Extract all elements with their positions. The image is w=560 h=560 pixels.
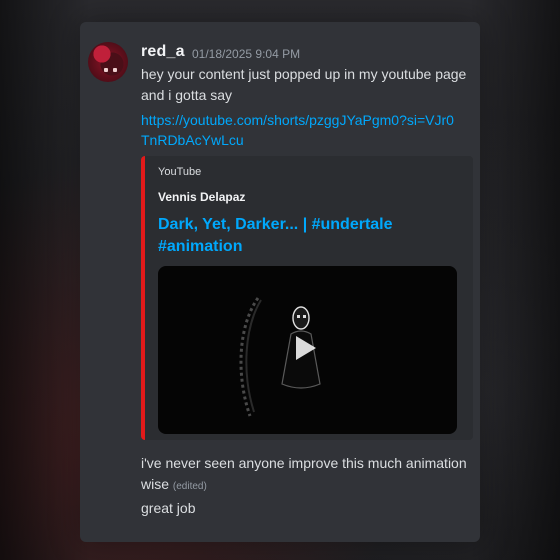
followup-line-1: i've never seen anyone improve this much… xyxy=(141,455,467,471)
figure-eye xyxy=(297,315,300,318)
play-icon[interactable] xyxy=(296,336,316,360)
avatar[interactable] xyxy=(88,42,128,82)
embed-title[interactable]: Dark, Yet, Darker... | #undertale #anima… xyxy=(158,214,458,258)
followup-line-3: great job xyxy=(141,500,196,516)
edited-label: (edited) xyxy=(172,481,207,492)
left-shadow xyxy=(0,0,90,560)
message-text-line-2: and i gotta say xyxy=(141,87,233,103)
message-text-line-1: hey your content just popped up in my yo… xyxy=(141,66,467,82)
figure-head xyxy=(292,306,310,330)
video-thumbnail[interactable] xyxy=(158,266,457,434)
figure-eye xyxy=(303,315,306,318)
right-shadow xyxy=(470,0,560,560)
cape-outline-inner xyxy=(245,299,262,413)
embed-provider[interactable]: YouTube xyxy=(158,166,201,178)
followup-line-2: wise xyxy=(141,476,170,492)
embed-author[interactable]: Vennis Delapaz xyxy=(158,190,245,204)
message-timestamp: 01/18/2025 9:04 PM xyxy=(192,47,301,61)
link-embed: YouTube Vennis Delapaz Dark, Yet, Darker… xyxy=(141,156,473,440)
avatar-eye xyxy=(104,68,108,72)
followup-line-2-wrap: wise (edited) xyxy=(141,474,471,497)
username[interactable]: red_a xyxy=(141,43,185,61)
youtube-link[interactable]: https://youtube.com/shorts/pzggJYaPgm0?s… xyxy=(141,110,461,150)
avatar-eye xyxy=(113,68,117,72)
